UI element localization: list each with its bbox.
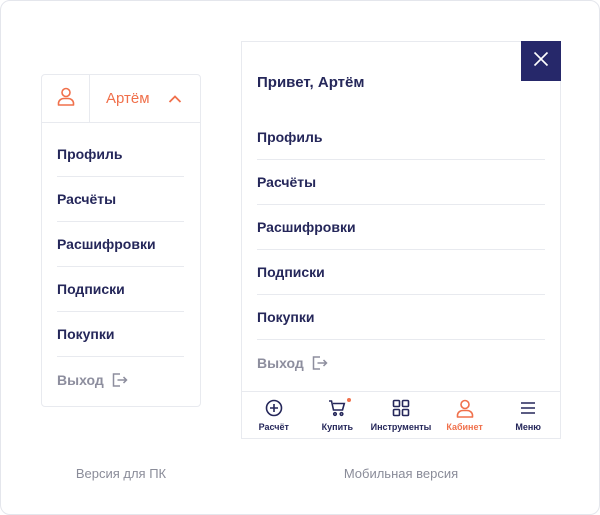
tab-label: Купить xyxy=(321,422,354,432)
logout-label: Выход xyxy=(57,371,104,388)
menu-icon xyxy=(519,398,537,418)
tab-calculation[interactable]: Расчёт xyxy=(242,392,306,438)
plus-circle-icon xyxy=(265,398,283,418)
dropdown-header: Артём xyxy=(42,75,200,123)
greeting-title: Привет, Артём xyxy=(257,74,365,91)
desktop-account-dropdown: Артём Профиль Расчёты Расшифровки Подпис… xyxy=(41,74,201,407)
tab-label: Инструменты xyxy=(370,422,432,432)
logout-button[interactable]: Выход xyxy=(257,340,545,385)
bottom-tab-bar: Расчёт Купить Инструменты Кабинет Меню xyxy=(242,391,560,438)
chevron-up-icon xyxy=(168,94,182,104)
avatar-button[interactable] xyxy=(42,75,90,122)
menu-item-calculations[interactable]: Расчёты xyxy=(57,177,184,222)
mobile-account-menu: Привет, Артём Профиль Расчёты Расшифровк… xyxy=(241,41,561,439)
cart-icon xyxy=(328,398,352,418)
close-icon xyxy=(533,51,549,72)
menu-item-subscriptions[interactable]: Подписки xyxy=(257,250,545,295)
canvas-frame: Артём Профиль Расчёты Расшифровки Подпис… xyxy=(0,0,600,515)
notification-dot xyxy=(347,398,352,402)
menu-item-profile[interactable]: Профиль xyxy=(57,123,184,177)
tab-cabinet[interactable]: Кабинет xyxy=(433,392,497,438)
logout-label: Выход xyxy=(257,354,304,371)
user-menu-toggle[interactable]: Артём xyxy=(90,75,200,122)
mobile-caption: Мобильная версия xyxy=(343,466,459,481)
menu-item-purchases[interactable]: Покупки xyxy=(57,312,184,357)
tab-label: Меню xyxy=(515,422,541,432)
user-icon xyxy=(455,398,475,418)
menu-item-profile[interactable]: Профиль xyxy=(257,115,545,160)
tab-tools[interactable]: Инструменты xyxy=(369,392,433,438)
tab-label: Кабинет xyxy=(446,422,483,432)
user-name: Артём xyxy=(106,90,150,107)
logout-button[interactable]: Выход xyxy=(57,357,184,402)
tab-menu[interactable]: Меню xyxy=(496,392,560,438)
dropdown-menu: Профиль Расчёты Расшифровки Подписки Пок… xyxy=(42,123,200,402)
menu-item-decodings[interactable]: Расшифровки xyxy=(57,222,184,267)
logout-icon xyxy=(112,372,128,387)
user-icon xyxy=(56,86,76,111)
mobile-menu-list: Профиль Расчёты Расшифровки Подписки Пок… xyxy=(257,115,545,385)
menu-item-decodings[interactable]: Расшифровки xyxy=(257,205,545,250)
tab-label: Расчёт xyxy=(258,422,289,432)
close-button[interactable] xyxy=(521,41,561,81)
logout-icon xyxy=(312,355,328,370)
tab-buy[interactable]: Купить xyxy=(306,392,370,438)
menu-item-purchases[interactable]: Покупки xyxy=(257,295,545,340)
menu-item-subscriptions[interactable]: Подписки xyxy=(57,267,184,312)
desktop-caption: Версия для ПК xyxy=(75,466,167,481)
grid-icon xyxy=(392,398,410,418)
menu-item-calculations[interactable]: Расчёты xyxy=(257,160,545,205)
